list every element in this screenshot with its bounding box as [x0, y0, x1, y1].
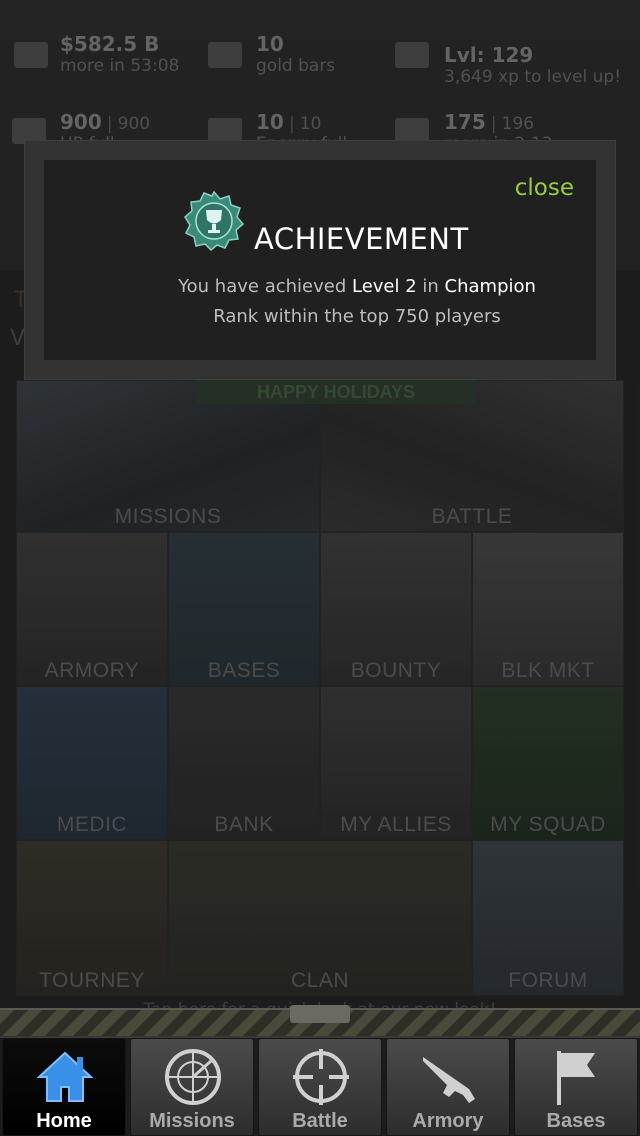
trophy-badge-icon — [184, 190, 245, 252]
tab-label: Battle — [292, 1110, 348, 1132]
tab-label: Armory — [412, 1110, 484, 1132]
achievement-detail: Rank within the top 750 players — [213, 306, 501, 327]
achievement-message: You have achieved Level 2 in Champion — [0, 276, 640, 297]
band-clasp — [290, 1005, 350, 1023]
tab-bases[interactable]: Bases — [514, 1038, 638, 1136]
crosshair-icon — [293, 1049, 349, 1105]
message-prefix: You have achieved — [178, 276, 352, 297]
radar-icon — [165, 1049, 221, 1105]
tab-bar: Home Missions Battle Armory Bases — [0, 1038, 640, 1136]
flag-icon — [557, 1051, 595, 1105]
app-screen: $582.5 B more in 53:08 10 gold bars Lvl:… — [0, 0, 640, 1136]
tab-home[interactable]: Home — [2, 1038, 126, 1136]
tab-label: Home — [36, 1110, 92, 1132]
achievement-modal-body — [44, 160, 596, 360]
achievement-level: Level 2 — [351, 276, 417, 297]
close-button[interactable]: close — [515, 175, 574, 201]
tab-battle[interactable]: Battle — [258, 1038, 382, 1136]
tab-label: Bases — [546, 1110, 606, 1132]
achievement-title: ACHIEVEMENT — [254, 222, 469, 256]
achievement-category: Champion — [444, 276, 536, 297]
tab-armory[interactable]: Armory — [386, 1038, 510, 1136]
message-mid: in — [416, 276, 445, 297]
tab-label: Missions — [149, 1110, 235, 1132]
tab-missions[interactable]: Missions — [130, 1038, 254, 1136]
home-icon — [36, 1051, 94, 1102]
rifle-icon — [423, 1057, 475, 1103]
